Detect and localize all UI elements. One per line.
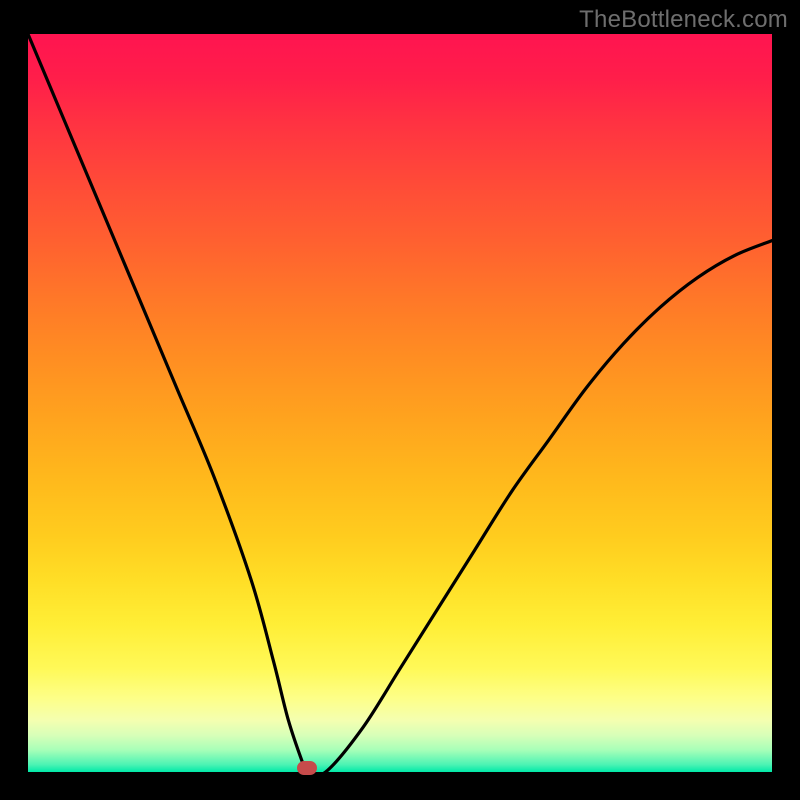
optimal-point-marker [297,761,317,775]
bottleneck-curve [28,34,772,772]
plot-area [28,34,772,772]
watermark-text: TheBottleneck.com [579,6,788,34]
